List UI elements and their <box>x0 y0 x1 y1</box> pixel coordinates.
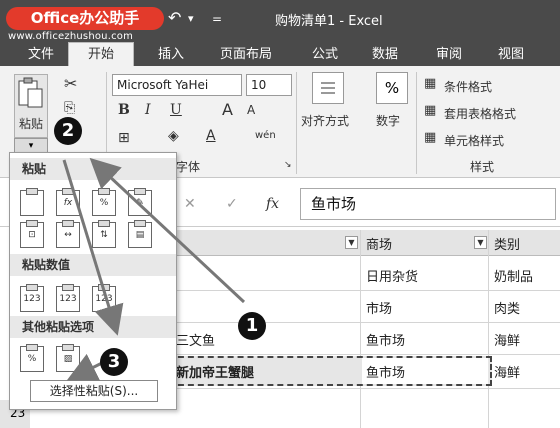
step-badge-3: 3 <box>100 348 128 376</box>
step-badge-1: 1 <box>238 312 266 340</box>
step-badge-2: 2 <box>54 117 82 145</box>
annotation-arrows <box>62 157 246 381</box>
